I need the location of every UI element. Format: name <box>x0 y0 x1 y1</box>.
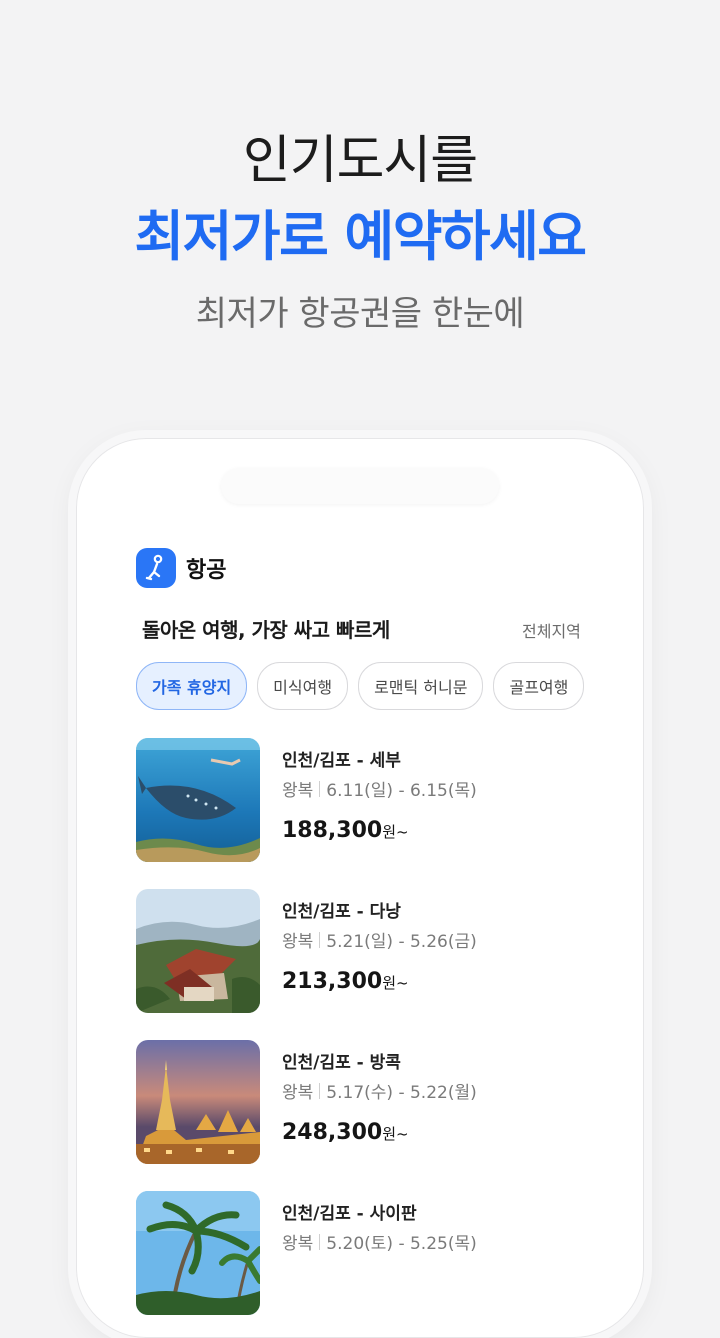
deal-item[interactable]: 인천/김포 - 방콕 왕복 5.17(수) - 5.22(월) 248,300원~ <box>136 1040 616 1164</box>
deal-dates: 왕복 5.17(수) - 5.22(월) <box>282 1078 477 1103</box>
deal-item[interactable]: 인천/김포 - 세부 왕복 6.11(일) - 6.15(목) 188,300원~ <box>136 738 616 862</box>
deal-route: 인천/김포 - 다낭 <box>282 902 401 922</box>
price-unit: 원~ <box>382 823 409 841</box>
deal-dates: 왕복 6.11(일) - 6.15(목) <box>282 776 477 801</box>
deal-item[interactable]: 인천/김포 - 사이판 왕복 5.20(토) - 5.25(목) <box>136 1191 616 1315</box>
category-chips: 가족 휴양지 미식여행 로맨틱 허니문 골프여행 <box>136 662 585 710</box>
hero-line-1: 인기도시를 <box>242 131 478 191</box>
deal-item[interactable]: 인천/김포 - 다낭 왕복 5.21(일) - 5.26(금) 213,300원~ <box>136 889 616 1013</box>
price-amount: 213,300 <box>282 969 383 994</box>
chip-honeymoon[interactable]: 로맨틱 허니문 <box>358 662 484 710</box>
danang-temple-hills-image <box>136 889 260 1013</box>
section-title: 돌아온 여행, 가장 싸고 빠르게 <box>142 618 390 642</box>
bangkok-temple-dusk-image <box>136 1040 260 1164</box>
chip-golf-travel[interactable]: 골프여행 <box>493 662 585 710</box>
hero-subtitle: 최저가 항공권을 한눈에 <box>195 294 525 334</box>
deal-price: 188,300원~ <box>282 818 409 843</box>
saipan-palm-trees-image <box>136 1191 260 1315</box>
deal-dates: 왕복 5.21(일) - 5.26(금) <box>282 927 477 952</box>
trip-type: 왕복 <box>282 1234 314 1254</box>
divider <box>319 931 321 948</box>
deal-dates: 왕복 5.20(토) - 5.25(목) <box>282 1229 477 1254</box>
deal-route: 인천/김포 - 사이판 <box>282 1204 417 1224</box>
travel-dates: 5.17(수) - 5.22(월) <box>326 1083 477 1103</box>
whale-shark-underwater-image <box>136 738 260 862</box>
divider <box>319 1233 321 1250</box>
price-unit: 원~ <box>382 974 409 992</box>
trip-type: 왕복 <box>282 1083 314 1103</box>
phone-notch <box>221 468 499 504</box>
deal-route: 인천/김포 - 방콕 <box>282 1053 401 1073</box>
deal-price: 248,300원~ <box>282 1120 409 1145</box>
deal-price: 213,300원~ <box>282 969 409 994</box>
price-unit: 원~ <box>382 1125 409 1143</box>
travel-dates: 5.21(일) - 5.26(금) <box>326 932 477 952</box>
divider <box>319 780 321 797</box>
deal-route: 인천/김포 - 세부 <box>282 751 401 771</box>
person-running-icon <box>136 548 176 588</box>
travel-dates: 5.20(토) - 5.25(목) <box>326 1234 477 1254</box>
trip-type: 왕복 <box>282 781 314 801</box>
app-title: 항공 <box>186 558 227 583</box>
travel-dates: 6.11(일) - 6.15(목) <box>326 781 477 801</box>
price-amount: 248,300 <box>282 1120 383 1145</box>
app-header: 항공 <box>136 548 226 588</box>
chip-family-resort[interactable]: 가족 휴양지 <box>136 662 248 710</box>
hero-line-2: 최저가로 예약하세요 <box>134 205 587 268</box>
divider <box>319 1082 321 1099</box>
price-amount: 188,300 <box>282 818 383 843</box>
phone-frame: 항공 돌아온 여행, 가장 싸고 빠르게 전체지역 가족 휴양지 미식여행 로맨… <box>76 438 644 1338</box>
trip-type: 왕복 <box>282 932 314 952</box>
chip-food-travel[interactable]: 미식여행 <box>257 662 349 710</box>
view-all-regions-link[interactable]: 전체지역 <box>522 618 581 642</box>
